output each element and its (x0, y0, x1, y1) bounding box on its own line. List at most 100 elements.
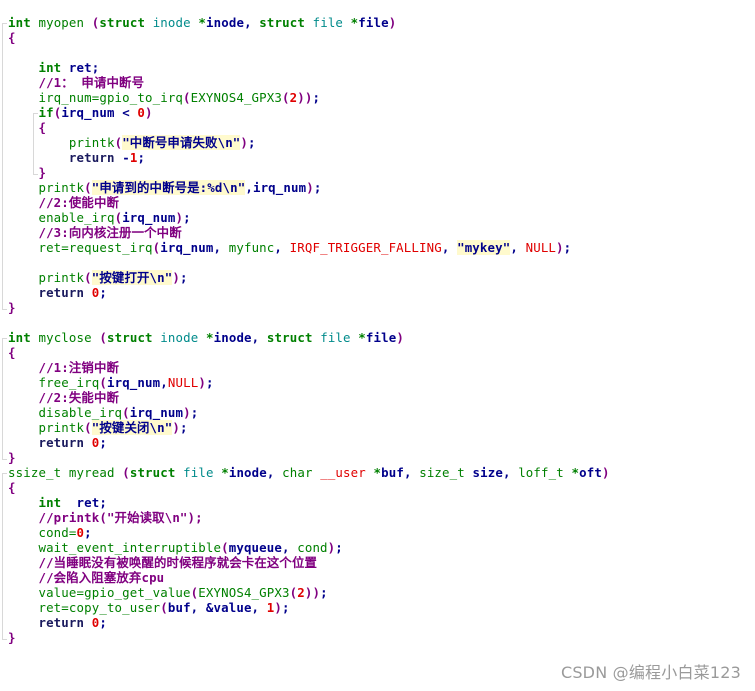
string-literal: "中断号申请失败\n" (122, 135, 241, 150)
code-token: ssize_t (8, 465, 62, 480)
code-token: ; (179, 270, 188, 285)
code-line: } (8, 165, 610, 180)
code-token: ; (190, 405, 199, 420)
code-line: //1： 申请中断号 (8, 75, 610, 90)
code-token: irq_num (122, 210, 176, 225)
code-token: * (358, 330, 366, 345)
code-token: { (8, 480, 16, 495)
code-token: , (251, 330, 267, 345)
code-token: ) (388, 15, 397, 30)
code-token: file (320, 330, 351, 345)
code-token: value=gpio_get_value (38, 585, 191, 600)
code-comment: //1： 申请中断号 (38, 75, 145, 90)
code-token: irq_num, (160, 240, 229, 255)
code-token: , (274, 240, 290, 255)
fold-marker-myopen[interactable] (2, 23, 7, 310)
code-token: ; (313, 180, 322, 195)
code-token: } (38, 165, 47, 180)
code-token: disable_irq (38, 405, 123, 420)
code-token: myopen (38, 15, 85, 30)
code-token: , (403, 465, 420, 480)
code-token: , (502, 465, 519, 480)
code-editor: int myopen (struct inode *inode, struct … (0, 0, 755, 691)
code-token: ( (183, 90, 191, 105)
code-line: printk("按键关闭\n"); (8, 420, 610, 435)
code-line: free_irq(irq_num,NULL); (8, 375, 610, 390)
code-line: int myclose (struct inode *inode, struct… (8, 330, 610, 345)
code-token: __user (320, 465, 366, 480)
code-line: int myopen (struct inode *inode, struct … (8, 15, 610, 30)
code-token: file (365, 330, 397, 345)
code-token: { (8, 30, 16, 45)
code-line: ret=copy_to_user(buf, &value, 1); (8, 600, 610, 615)
code-line: value=gpio_get_value(EXYNOS4_GPX3(2)); (8, 585, 610, 600)
code-comment: //printk("开始读取\n"); (38, 510, 203, 525)
code-token: inode (160, 330, 199, 345)
code-line: { (8, 30, 610, 45)
code-line: } (8, 450, 610, 465)
string-literal: "申请到的中断号是:%d\n" (91, 180, 246, 195)
code-area[interactable]: int myopen (struct inode *inode, struct … (8, 15, 610, 645)
code-token: irq_num=gpio_to_irq (38, 90, 184, 105)
code-token: printk (38, 180, 85, 195)
fold-marker-myread[interactable] (2, 473, 7, 640)
code-token: )) (297, 90, 313, 105)
csdn-watermark: CSDN @编程小白菜123 (560, 663, 741, 682)
code-token: ( (122, 465, 130, 480)
code-line: { (8, 345, 610, 360)
code-line: ssize_t myread (struct file *inode, char… (8, 465, 610, 480)
code-token: cond= (38, 525, 77, 540)
code-token: cond (297, 540, 328, 555)
code-token: ; (205, 375, 214, 390)
code-token: * (221, 465, 229, 480)
code-token: EXYNOS4_GPX3 (190, 90, 282, 105)
code-token: ; (183, 210, 191, 225)
code-token: return (38, 615, 85, 630)
code-token: irq_num < (61, 105, 138, 120)
code-line: int ret; (8, 495, 610, 510)
code-token: ) (240, 135, 249, 150)
code-token: ret; (68, 60, 100, 75)
code-comment: //3:向内核注册一个中断 (38, 225, 182, 240)
code-token: free_irq (38, 375, 100, 390)
code-token: ; (99, 285, 107, 300)
code-line: //2:失能中断 (8, 390, 610, 405)
code-token: ; (179, 420, 188, 435)
code-token: ) (601, 465, 610, 480)
code-token: loff_t (518, 465, 564, 480)
code-token: char (282, 465, 313, 480)
code-token: myread (68, 465, 115, 480)
code-token: ( (84, 270, 92, 285)
code-token: , (441, 240, 458, 255)
code-line: //1:注销中断 (8, 360, 610, 375)
code-token: ( (122, 405, 130, 420)
code-token: inode (206, 15, 245, 30)
code-token: ,irq_num (245, 180, 307, 195)
code-token: * (571, 465, 580, 480)
fold-marker-myclose[interactable] (2, 338, 7, 460)
code-line: return -1; (8, 150, 610, 165)
code-token: ) (306, 180, 314, 195)
code-token: ( (84, 180, 92, 195)
code-token: NULL (167, 375, 199, 390)
code-line: //当睡眠没有被唤醒的时候程序就会卡在这个位置 (8, 555, 610, 570)
code-token: ) (556, 240, 564, 255)
